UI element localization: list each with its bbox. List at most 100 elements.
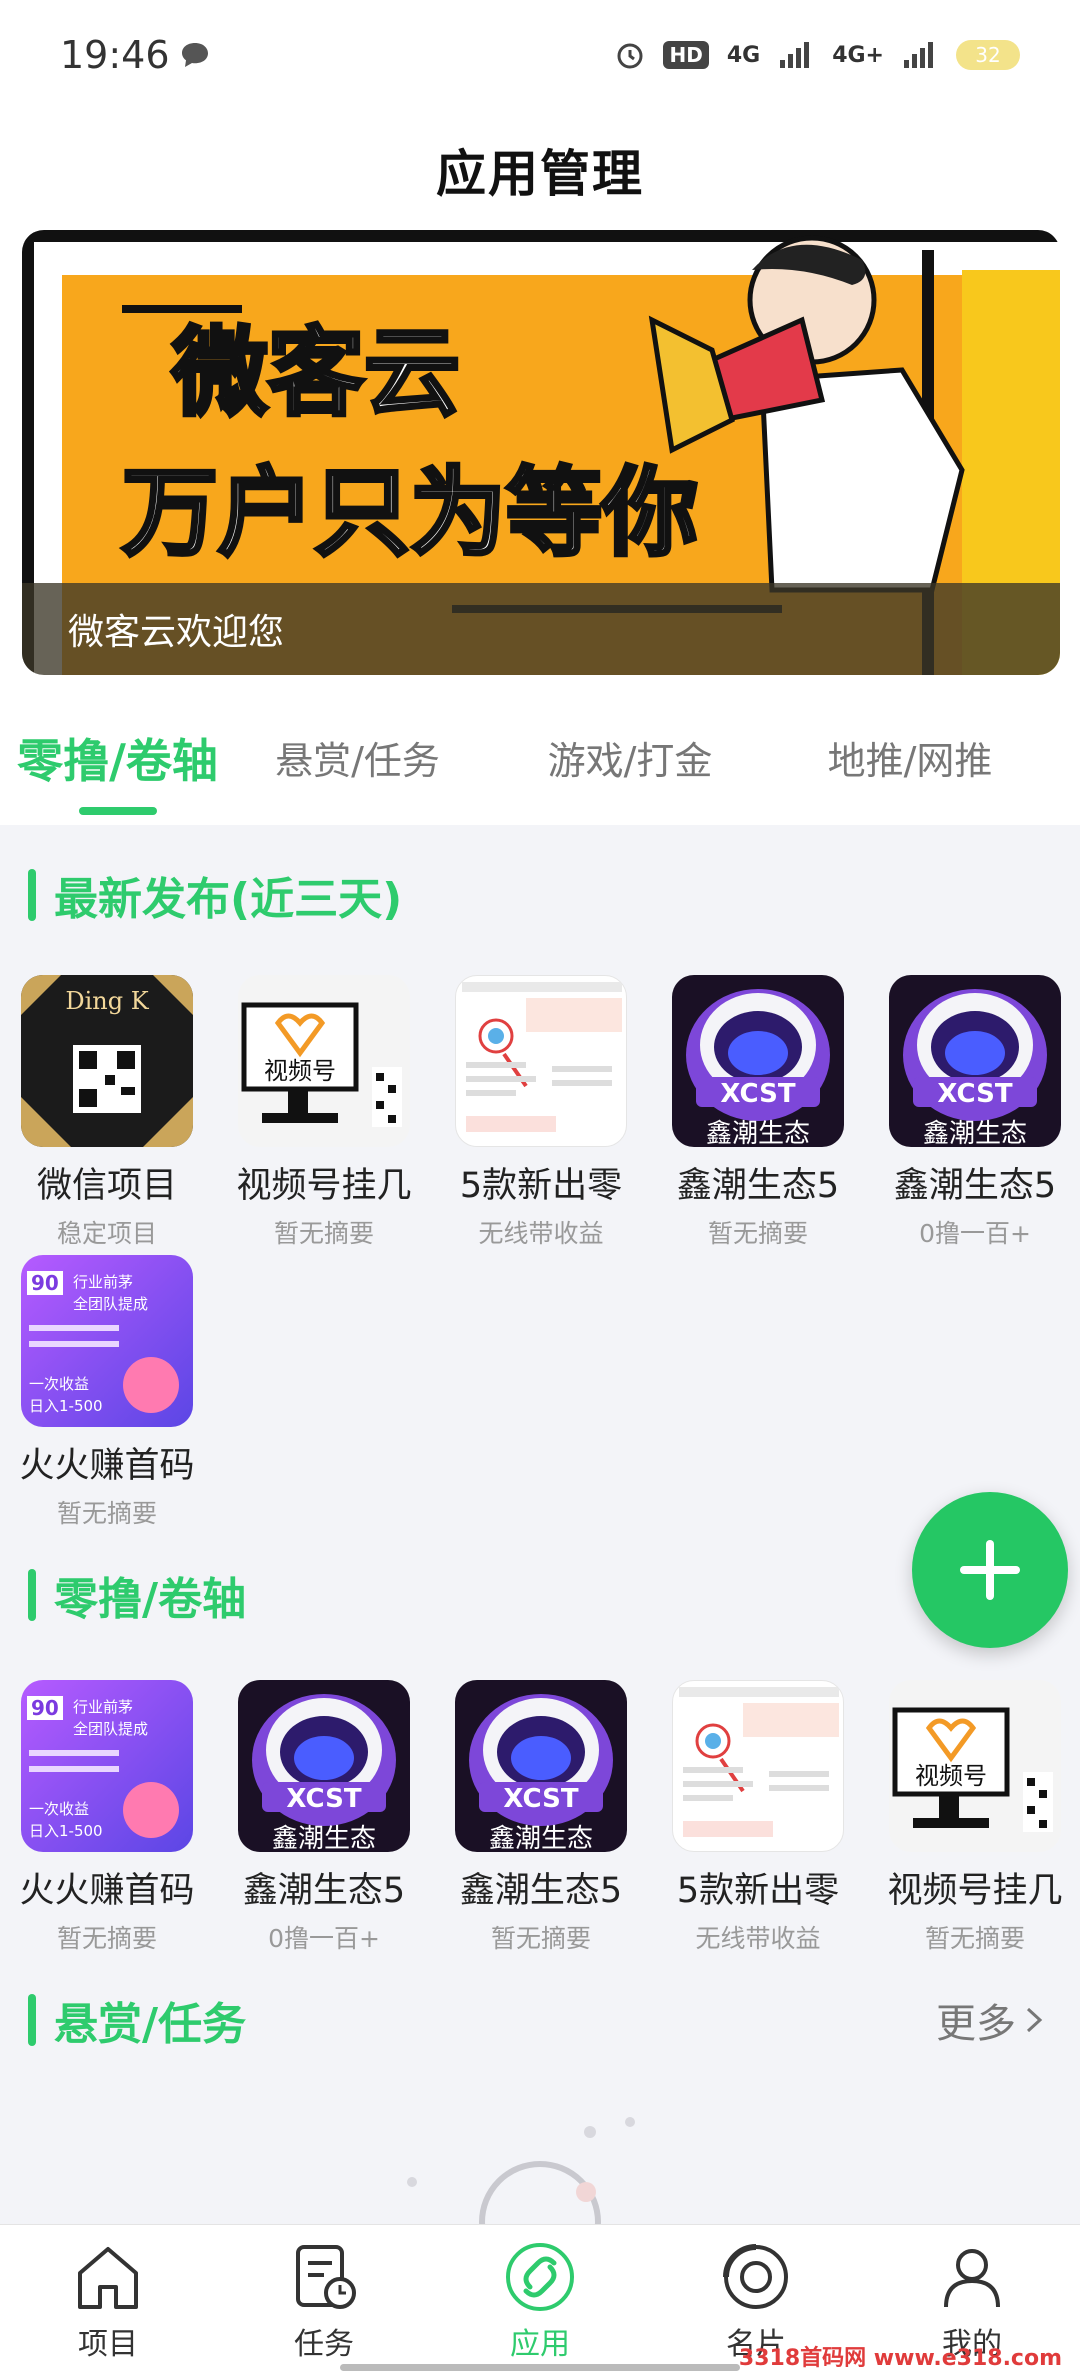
app-item-video[interactable]: 视频号 视频号挂几 暂无摘要 [224, 975, 424, 1250]
tab-game[interactable]: 游戏/打金 [480, 690, 780, 825]
nav-item-tasks[interactable]: 任务 [216, 2225, 432, 2376]
app-item-xcst-2[interactable]: XCST 鑫潮生态 鑫潮生态5 0撸一百+ [875, 975, 1075, 1250]
app-name: 5款新出零 [676, 1871, 840, 1911]
nav-label: 应用 [510, 2326, 570, 2362]
banner-caption: 微客云欢迎您 [22, 583, 1060, 675]
video-channel-icon: 视频号 [889, 1680, 1061, 1852]
app-name: 鑫潮生态5 [242, 1871, 406, 1911]
xcst-astronaut-icon: XCST 鑫潮生态 [455, 1680, 627, 1852]
page-title: 应用管理 [436, 145, 644, 203]
tab-zero[interactable]: 零撸/卷轴 [0, 690, 235, 825]
tab-promo[interactable]: 地推/网推 [780, 690, 1040, 825]
section-marker [28, 1994, 36, 2046]
video-icon-text: 视频号 [264, 1057, 336, 1085]
tab-label: 零撸/卷轴 [17, 733, 218, 788]
home-indicator[interactable] [340, 2364, 740, 2371]
dingk-qr-icon: Ding K [21, 975, 193, 1147]
app-desc: 无线带收益 [695, 1924, 821, 1953]
huohuo-promo-icon: 90 行业前茅 全团队提成 一次收益 日入1-500 [21, 1680, 193, 1852]
xcst-astronaut-icon: XCST 鑫潮生态 [889, 975, 1061, 1147]
message-icon [181, 43, 208, 67]
app-name: 火火赚首码 [19, 1446, 195, 1486]
section-title: 零撸/卷轴 [54, 1574, 247, 1625]
signal-icon [780, 42, 810, 68]
app-item-xcst-4[interactable]: XCST 鑫潮生态 鑫潮生态5 暂无摘要 [441, 1680, 641, 1955]
app-name: 5款新出零 [459, 1166, 623, 1206]
xcst-astronaut-icon: XCST 鑫潮生态 [672, 975, 844, 1147]
xcst-text: XCST [286, 1784, 362, 1814]
status-bar: 19:46 HD 4G 4G+ 32 [0, 0, 1080, 110]
mascot-shape [29, 1750, 179, 1838]
banner[interactable]: 微客云 万户只为等你 微客云欢迎您 [22, 230, 1060, 675]
app-desc: 暂无摘要 [707, 1219, 808, 1248]
dingk-text: Ding K [65, 987, 149, 1015]
app-item-xcst-3[interactable]: XCST 鑫潮生态 鑫潮生态5 0撸一百+ [224, 1680, 424, 1955]
network-4g-plus: 4G+ [832, 42, 884, 68]
section-zero-header: 零撸/卷轴 [0, 1560, 1080, 1630]
section-marker [28, 1569, 36, 1621]
status-time: 19:46 [60, 33, 210, 77]
status-indicators: HD 4G 4G+ 32 [615, 40, 1020, 70]
xcst-cn-text: 鑫潮生态 [705, 1119, 810, 1147]
xcst-text: XCST [720, 1079, 796, 1109]
app-name: 鑫潮生态5 [676, 1166, 840, 1206]
app-desc: 0撸一百+ [268, 1924, 380, 1953]
home-icon [78, 2246, 138, 2309]
page-header: 应用管理 [0, 110, 1080, 230]
network-4g: 4G [726, 42, 761, 68]
banner-line-2: 万户只为等你 [120, 457, 700, 569]
app-desc: 暂无摘要 [924, 1924, 1025, 1953]
section-title: 最新发布(近三天) [54, 874, 403, 925]
video-channel-icon: 视频号 [238, 975, 410, 1147]
xcst-astronaut-icon: XCST 鑫潮生态 [238, 1680, 410, 1852]
more-label: 更多 [936, 2001, 1016, 2047]
card-icon [723, 2243, 788, 2309]
battery-icon: 32 [956, 40, 1020, 70]
alarm-icon [617, 43, 643, 69]
xcst-text: XCST [937, 1079, 1013, 1109]
app-item-huohuo[interactable]: 90 行业前茅 全团队提成 一次收益 日入1-500 火火赚首码 暂无摘要 [7, 1255, 207, 1530]
app-item-xcst-1[interactable]: XCST 鑫潮生态 鑫潮生态5 暂无摘要 [658, 975, 858, 1250]
tab-reward[interactable]: 悬赏/任务 [235, 690, 480, 825]
app-name: 鑫潮生态5 [459, 1871, 623, 1911]
chevron-right-icon [1026, 2007, 1043, 2033]
app-desc: 稳定项目 [56, 1219, 157, 1248]
video-icon-text: 视频号 [915, 1762, 987, 1790]
app-desc: 暂无摘要 [490, 1924, 591, 1953]
app-item-video-2[interactable]: 视频号 视频号挂几 暂无摘要 [875, 1680, 1075, 1955]
app-item-huohuo-2[interactable]: 90 行业前茅 全团队提成 一次收益 日入1-500 火火赚首码 暂无摘要 [7, 1680, 207, 1955]
section-reward-header: 悬赏/任务 更多 [0, 1985, 1080, 2055]
mascot-shape [29, 1325, 179, 1413]
xcst-text: XCST [503, 1784, 579, 1814]
app-name: 视频号挂几 [236, 1166, 412, 1206]
app-desc: 0撸一百+ [919, 1219, 1031, 1248]
xcst-cn-text: 鑫潮生态 [922, 1119, 1027, 1147]
nav-item-apps[interactable]: 应用 [432, 2225, 648, 2376]
hd-badge: HD [663, 41, 709, 69]
app-desc: 暂无摘要 [56, 1499, 157, 1528]
app-item-five-2[interactable]: 5款新出零 无线带收益 [658, 1680, 858, 1955]
time-text: 19:46 [60, 33, 170, 77]
screenshot-icon [455, 975, 627, 1147]
huohuo-promo-icon: 90 行业前茅 全团队提成 一次收益 日入1-500 [21, 1255, 193, 1427]
banner-line-1: 微客云 [170, 317, 462, 429]
task-icon [296, 2244, 356, 2309]
nav-item-projects[interactable]: 项目 [0, 2225, 216, 2376]
screenshot-icon [672, 1680, 844, 1852]
watermark-text: 3318首码网 www.e318.com [738, 2346, 1062, 2371]
section-title: 悬赏/任务 [54, 1999, 247, 2050]
xcst-cn-text: 鑫潮生态 [271, 1824, 376, 1852]
app-desc: 暂无摘要 [56, 1924, 157, 1953]
banner-subheadline: 万户只为等你 [120, 463, 700, 563]
app-item-five[interactable]: 5款新出零 无线带收益 [441, 975, 641, 1250]
tab-active-indicator [78, 807, 157, 815]
banner-container: 微客云 万户只为等你 微客云欢迎您 [0, 230, 1080, 690]
profile-icon [944, 2248, 1000, 2307]
apps-icon [506, 2242, 574, 2311]
signal-icon-2 [904, 42, 933, 68]
section-latest-header: 最新发布(近三天) [0, 860, 1080, 930]
app-item-wechat[interactable]: Ding K 微信项目 稳定项目 [7, 975, 207, 1250]
more-link[interactable]: 更多 [936, 1991, 1044, 2049]
app-name: 鑫潮生态5 [893, 1166, 1057, 1206]
section-marker [28, 869, 36, 921]
